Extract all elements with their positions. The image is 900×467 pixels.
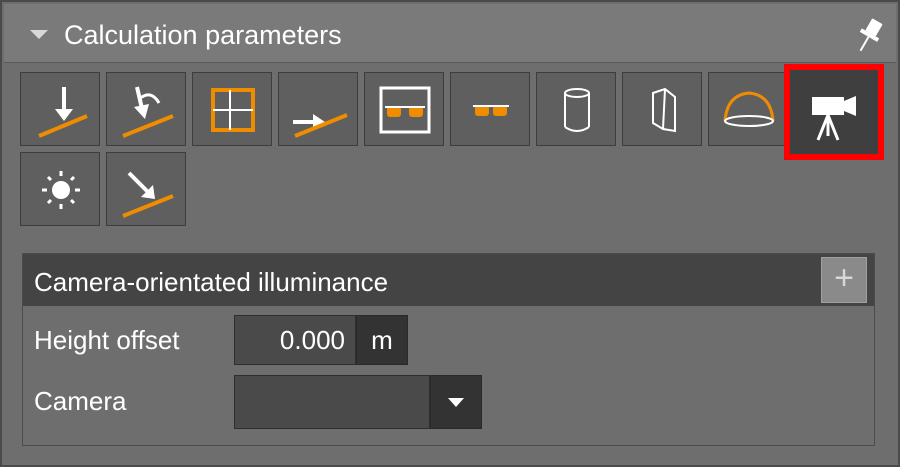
tool-camera[interactable]	[784, 64, 884, 160]
horizontal-illuminance-plane-icon	[293, 113, 348, 138]
grid-area-icon	[211, 88, 255, 132]
tool-cylinder[interactable]	[536, 72, 616, 146]
panel-header[interactable]: Calculation parameters	[4, 4, 896, 63]
calculation-parameters-panel: Calculation parameters Camera-orientated…	[0, 0, 900, 467]
camera-label: Camera	[34, 386, 127, 416]
tool-glare-box[interactable]	[364, 72, 444, 146]
camera-select-dropdown-button[interactable]	[430, 375, 482, 429]
vertical-illuminance-plane-icon	[38, 87, 88, 138]
glare-box-icon	[379, 86, 431, 134]
tool-grid-area[interactable]	[192, 72, 272, 146]
chevron-down-icon	[448, 398, 464, 407]
height-offset-label: Height offset	[34, 325, 180, 355]
glasses-icon	[473, 105, 509, 116]
tilted-illuminance-plane-icon	[122, 171, 174, 218]
section-title: Camera-orientated illuminance	[34, 267, 389, 297]
collapse-arrow-icon[interactable]	[30, 30, 48, 39]
camera-tripod-icon	[812, 96, 856, 141]
pin-icon[interactable]	[852, 16, 886, 56]
tool-hemisphere[interactable]	[708, 72, 788, 146]
sun-icon	[42, 171, 80, 209]
panel-title: Calculation parameters	[64, 20, 342, 50]
rotated-illuminance-plane-icon	[122, 86, 174, 138]
tool-rotated-illuminance[interactable]	[106, 72, 186, 146]
camera-select[interactable]	[234, 375, 430, 429]
tool-tilted-illuminance[interactable]	[106, 152, 186, 226]
tool-daylight[interactable]	[20, 152, 100, 226]
height-offset-unit: m	[356, 315, 408, 365]
tool-vertical-illuminance[interactable]	[20, 72, 100, 146]
tool-glasses[interactable]	[450, 72, 530, 146]
add-button[interactable]: +	[821, 257, 867, 303]
tool-semi-cylinder[interactable]	[622, 72, 702, 146]
hemisphere-icon	[723, 91, 775, 127]
cylinder-icon	[564, 88, 590, 132]
height-offset-input[interactable]: 0.000	[234, 315, 356, 365]
tool-horizontal-illuminance[interactable]	[278, 72, 358, 146]
semi-cylinder-icon	[652, 87, 676, 133]
section-header: Camera-orientated illuminance +	[23, 254, 874, 306]
camera-illuminance-section: Camera-orientated illuminance + Height o…	[22, 253, 875, 446]
